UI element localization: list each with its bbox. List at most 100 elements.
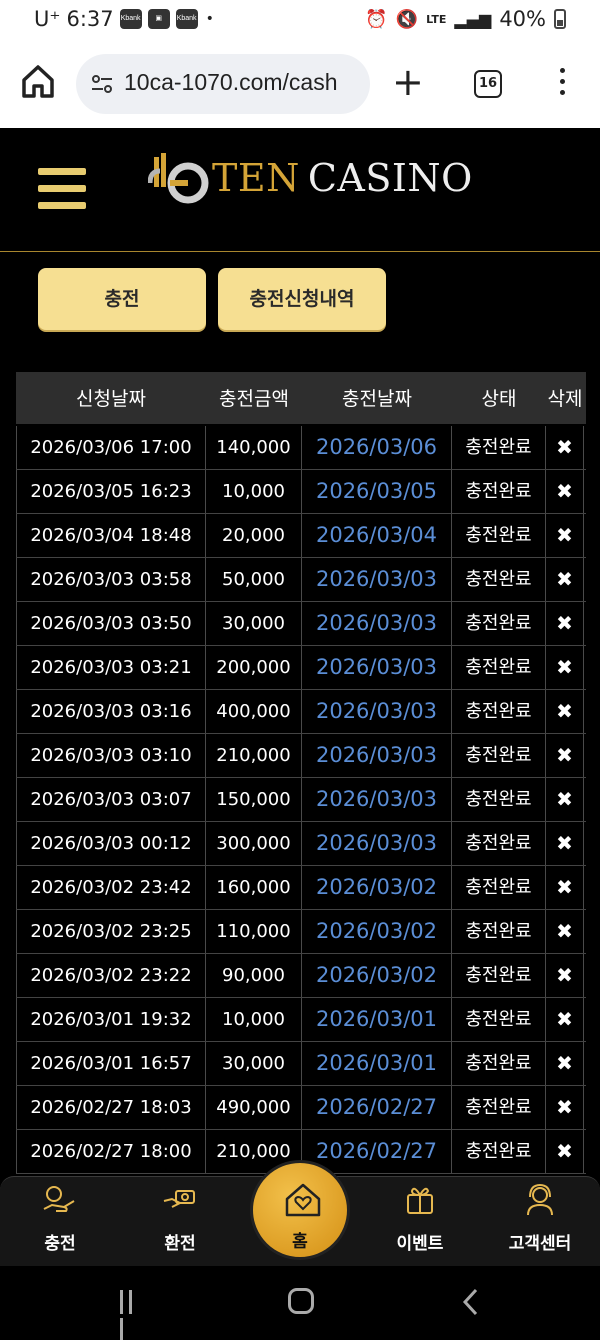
charged-date-cell[interactable]: 2026/03/02 [302, 910, 452, 953]
status-cell: 충전완료 [452, 470, 546, 513]
charged-date-cell[interactable]: 2026/03/02 [302, 954, 452, 997]
table-row: 2026/03/02 23:22 90,000 2026/03/02 충전완료 ✖ [16, 954, 586, 998]
status-cell: 충전완료 [452, 514, 546, 557]
system-navigation-bar [0, 1266, 600, 1340]
nav-charge[interactable]: 충전 [10, 1177, 110, 1267]
delete-icon[interactable]: ✖ [546, 778, 584, 821]
delete-icon[interactable]: ✖ [546, 558, 584, 601]
requested-date-cell: 2026/03/04 18:48 [16, 514, 206, 557]
delete-icon[interactable]: ✖ [546, 514, 584, 557]
header-status: 상태 [481, 388, 517, 410]
tab-switcher-button[interactable]: 16 [474, 70, 502, 98]
status-cell: 충전완료 [452, 998, 546, 1041]
charge-tab-button[interactable]: 충전 [38, 268, 206, 330]
delete-icon[interactable]: ✖ [546, 910, 584, 953]
amount-cell: 150,000 [206, 778, 302, 821]
amount-cell: 210,000 [206, 734, 302, 777]
nav-exchange-label: 환전 [164, 1234, 196, 1254]
table-row: 2026/03/01 16:57 30,000 2026/03/01 충전완료 ✖ [16, 1042, 586, 1086]
charged-date-cell[interactable]: 2026/03/03 [302, 690, 452, 733]
amount-cell: 160,000 [206, 866, 302, 909]
delete-icon[interactable]: ✖ [546, 954, 584, 997]
delete-icon[interactable]: ✖ [546, 602, 584, 645]
charged-date-cell[interactable]: 2026/03/01 [302, 998, 452, 1041]
charged-date-cell[interactable]: 2026/03/03 [302, 778, 452, 821]
delete-icon[interactable]: ✖ [546, 734, 584, 777]
charged-date-cell[interactable]: 2026/03/03 [302, 602, 452, 645]
charged-date-cell[interactable]: 2026/02/27 [302, 1086, 452, 1129]
amount-cell: 200,000 [206, 646, 302, 689]
site-settings-icon[interactable] [90, 72, 114, 96]
table-header: 신청날짜 충전금액 충전날짜 상태 삭제 [16, 372, 586, 426]
kbank-notification-icon-2: Kbank [175, 9, 198, 29]
address-bar[interactable]: 10ca-1070.com/cash [76, 54, 370, 114]
table-row: 2026/03/03 03:21 200,000 2026/03/03 충전완료 ✖ [16, 646, 586, 690]
nav-event[interactable]: 이벤트 [370, 1177, 470, 1267]
system-home-icon[interactable] [288, 1288, 314, 1314]
status-cell: 충전완료 [452, 866, 546, 909]
charged-date-cell[interactable]: 2026/03/03 [302, 734, 452, 777]
site-logo[interactable]: TEN CASINO [148, 148, 473, 208]
requested-date-cell: 2026/03/02 23:42 [16, 866, 206, 909]
browser-menu-icon[interactable] [556, 68, 568, 100]
requested-date-cell: 2026/03/01 19:32 [16, 998, 206, 1041]
charged-date-cell[interactable]: 2026/03/04 [302, 514, 452, 557]
requested-date-cell: 2026/03/03 00:12 [16, 822, 206, 865]
gift-icon [407, 1187, 433, 1214]
requested-date-cell: 2026/02/27 18:00 [16, 1130, 206, 1173]
hamburger-menu-icon[interactable] [38, 168, 86, 210]
nav-exchange[interactable]: 환전 [130, 1177, 230, 1267]
charged-date-cell[interactable]: 2026/03/03 [302, 646, 452, 689]
recent-apps-icon[interactable] [120, 1290, 146, 1340]
table-row: 2026/02/27 18:03 490,000 2026/02/27 충전완료 ✖ [16, 1086, 586, 1130]
home-icon[interactable] [20, 62, 56, 102]
header-amount: 충전금액 [219, 388, 289, 410]
delete-icon[interactable]: ✖ [546, 426, 584, 469]
delete-icon[interactable]: ✖ [546, 1086, 584, 1129]
delete-icon[interactable]: ✖ [546, 1130, 584, 1173]
delete-icon[interactable]: ✖ [546, 690, 584, 733]
delete-icon[interactable]: ✖ [546, 866, 584, 909]
nav-support[interactable]: 고객센터 [490, 1177, 590, 1267]
table-row: 2026/03/06 17:00 140,000 2026/03/06 충전완료 ✖ [16, 426, 586, 470]
charged-date-cell[interactable]: 2026/03/01 [302, 1042, 452, 1085]
status-cell: 충전완료 [452, 910, 546, 953]
delete-icon[interactable]: ✖ [546, 998, 584, 1041]
charged-date-cell[interactable]: 2026/03/03 [302, 558, 452, 601]
nav-home-button[interactable]: 홈 [250, 1160, 350, 1260]
requested-date-cell: 2026/03/05 16:23 [16, 470, 206, 513]
status-left: U⁺ 6:37 Kbank ▣ Kbank • [34, 7, 214, 31]
charged-date-cell[interactable]: 2026/03/03 [302, 822, 452, 865]
delete-icon[interactable]: ✖ [546, 646, 584, 689]
browser-toolbar: 10ca-1070.com/cash + 16 [0, 40, 600, 128]
amount-cell: 140,000 [206, 426, 302, 469]
more-notifications-dot: • [205, 11, 214, 27]
system-back-icon[interactable] [462, 1288, 478, 1316]
delete-icon[interactable]: ✖ [546, 1042, 584, 1085]
battery-icon [554, 9, 566, 29]
nav-home-label: 홈 [292, 1232, 308, 1252]
battery-percent: 40% [499, 7, 546, 31]
charged-date-cell[interactable]: 2026/03/06 [302, 426, 452, 469]
status-cell: 충전완료 [452, 1042, 546, 1085]
headset-agent-icon [527, 1183, 553, 1216]
logo-casino-text: CASINO [307, 156, 473, 200]
header-charged-date: 충전날짜 [342, 388, 412, 410]
charged-date-cell[interactable]: 2026/03/02 [302, 866, 452, 909]
nav-charge-label: 충전 [44, 1234, 76, 1254]
charged-date-cell[interactable]: 2026/03/05 [302, 470, 452, 513]
status-cell: 충전완료 [452, 734, 546, 777]
requested-date-cell: 2026/03/01 16:57 [16, 1042, 206, 1085]
alarm-icon: ⏰ [365, 8, 388, 30]
new-tab-button[interactable]: + [392, 62, 424, 102]
charge-history-tab-button[interactable]: 충전신청내역 [218, 268, 386, 330]
table-row: 2026/03/03 00:12 300,000 2026/03/03 충전완료 ✖ [16, 822, 586, 866]
amount-cell: 50,000 [206, 558, 302, 601]
requested-date-cell: 2026/03/03 03:58 [16, 558, 206, 601]
status-cell: 충전완료 [452, 954, 546, 997]
delete-icon[interactable]: ✖ [546, 470, 584, 513]
charge-history-table: 신청날짜 충전금액 충전날짜 상태 삭제 2026/03/06 17:00 140… [16, 372, 586, 1177]
delete-icon[interactable]: ✖ [546, 822, 584, 865]
header-delete: 삭제 [547, 388, 583, 410]
table-row: 2026/03/03 03:58 50,000 2026/03/03 충전완료 ✖ [16, 558, 586, 602]
